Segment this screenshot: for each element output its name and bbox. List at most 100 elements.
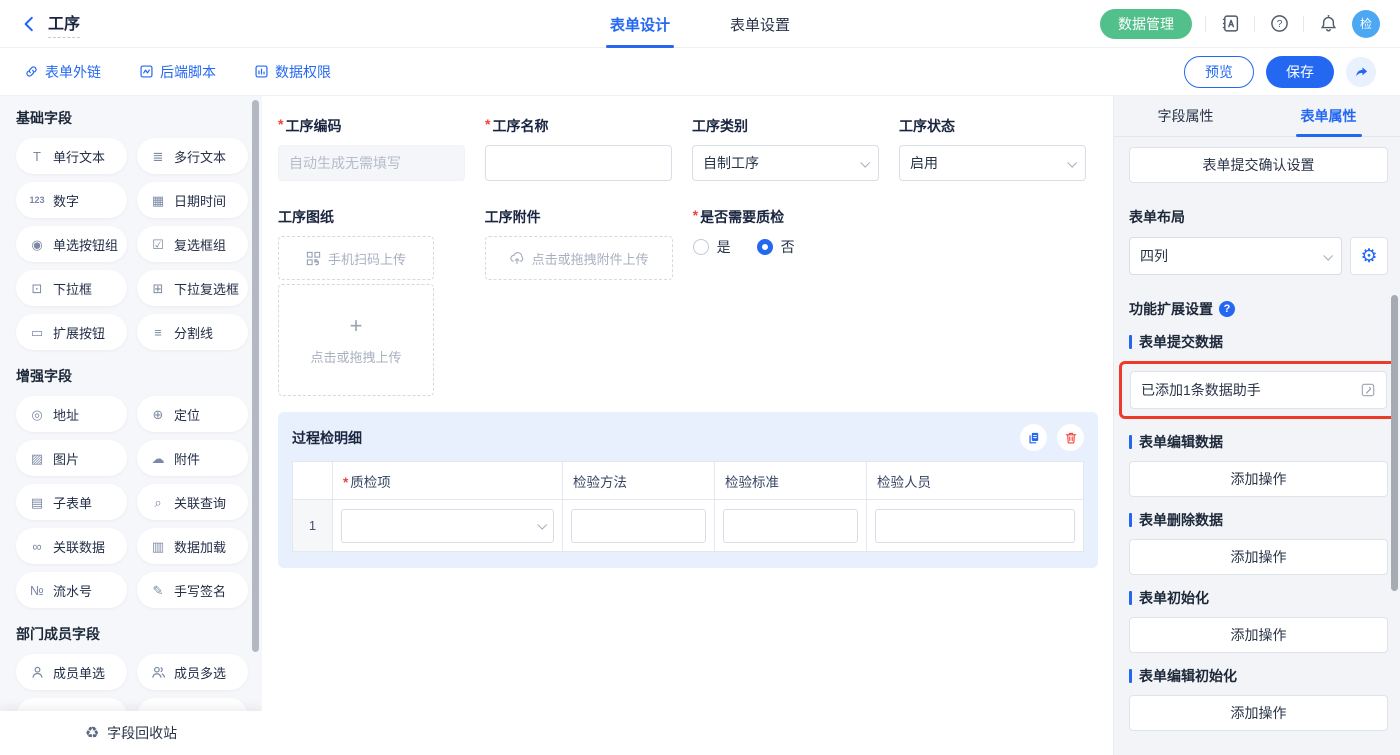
field-label: 工序附件 (485, 207, 673, 227)
process-status-select[interactable]: 启用 (899, 145, 1086, 181)
field-label: 工序图纸 (278, 207, 465, 227)
chevron-down-icon (860, 157, 870, 167)
layout-select[interactable]: 四列 (1129, 237, 1342, 275)
field-pill[interactable]: 123数字 (16, 182, 127, 218)
top-header: 工序 表单设计 表单设置 数据管理 ? 检 (0, 0, 1400, 48)
submit-data-assistant-field[interactable]: 已添加1条数据助手 (1130, 371, 1387, 409)
field-pill[interactable]: ✎手写签名 (137, 572, 248, 608)
field-pill[interactable]: ⊕定位 (137, 396, 248, 432)
field-label: 工序编码 (278, 116, 465, 136)
field-recycle-bin-button[interactable]: ♻ 字段回收站 (0, 711, 262, 755)
inspection-method-input[interactable] (571, 509, 706, 543)
field-pill[interactable]: №流水号 (16, 572, 127, 608)
header-tab[interactable]: 表单设置 (730, 0, 790, 48)
edit-pencil-icon[interactable] (1360, 382, 1376, 398)
contacts-icon[interactable] (1219, 13, 1241, 35)
field-pill[interactable]: T单行文本 (16, 138, 127, 174)
radio-icon[interactable] (693, 239, 709, 255)
add-action-button[interactable]: 添加操作 (1129, 617, 1388, 653)
radio-option[interactable]: 是 (693, 237, 731, 257)
field-process-code[interactable]: 工序编码 自动生成无需填写 (278, 116, 465, 181)
field-pill[interactable]: ▨图片 (16, 440, 127, 476)
copy-icon (1027, 431, 1041, 445)
header-tab[interactable]: 表单设计 (610, 0, 670, 48)
process-code-input[interactable]: 自动生成无需填写 (278, 145, 465, 181)
trash-icon (1064, 431, 1078, 445)
field-pill[interactable]: ▤子表单 (16, 484, 127, 520)
toolbar-link[interactable]: 数据权限 (254, 62, 331, 82)
inspector-input[interactable] (875, 509, 1075, 543)
process-name-input[interactable] (485, 145, 672, 181)
action-section-header: 表单编辑数据 (1129, 432, 1388, 452)
form-canvas[interactable]: 工序编码 自动生成无需填写 工序名称 工序类别 自制工序 工序状态 启用 (262, 96, 1113, 755)
layout-settings-button[interactable]: ⚙ (1350, 237, 1388, 275)
sidebar-scrollbar[interactable] (252, 100, 259, 652)
field-process-drawing[interactable]: 工序图纸 手机扫码上传 + 点击或拖拽上传 (278, 207, 465, 396)
form-properties-body: 表单提交确认设置 表单布局 四列 ⚙ 功能扩展设置 ? 表单提交数据 已添加1条… (1114, 137, 1400, 755)
field-pill[interactable]: ∞关联数据 (16, 528, 127, 564)
field-process-name[interactable]: 工序名称 (485, 116, 672, 181)
field-pill[interactable]: ☁附件 (137, 440, 248, 476)
back-icon[interactable] (20, 15, 38, 33)
field-pill[interactable]: ⌕关联查询 (137, 484, 248, 520)
subtable-process-inspection[interactable]: 过程检明细 (278, 412, 1098, 568)
process-category-select[interactable]: 自制工序 (692, 145, 879, 181)
inspection-standard-input[interactable] (723, 509, 858, 543)
toolbar-link[interactable]: 后端脚本 (139, 62, 216, 82)
page-title[interactable]: 工序 (48, 10, 80, 38)
section-bar (1129, 513, 1132, 527)
panel-tab[interactable]: 表单属性 (1257, 96, 1400, 136)
field-pill[interactable]: ≣多行文本 (137, 138, 248, 174)
extension-settings-label: 功能扩展设置 ? (1129, 299, 1388, 319)
user-avatar[interactable]: 检 (1352, 10, 1380, 38)
field-pill[interactable]: ▦日期时间 (137, 182, 248, 218)
field-pill[interactable]: ≡分割线 (137, 314, 248, 350)
field-pill[interactable]: ▥数据加载 (137, 528, 248, 564)
field-label: 工序状态 (899, 116, 1086, 136)
submit-confirm-settings-button[interactable]: 表单提交确认设置 (1129, 147, 1388, 183)
save-button[interactable]: 保存 (1266, 56, 1334, 88)
add-action-button[interactable]: 添加操作 (1129, 539, 1388, 575)
scan-upload-button[interactable]: 手机扫码上传 (278, 236, 434, 280)
help-badge-icon[interactable]: ? (1219, 301, 1235, 317)
sidebar-section-title: 基础字段 (16, 108, 248, 128)
chevron-down-icon (537, 520, 547, 530)
copy-subtable-button[interactable] (1020, 424, 1047, 451)
qr-code-icon (306, 251, 321, 266)
basic-fields-grid: T单行文本 ≣多行文本 123数字 ▦日期时间 ◉单选按钮组 ☑复选框组 ⊡下拉… (16, 138, 248, 350)
panel-scrollbar[interactable] (1391, 295, 1398, 591)
panel-tab[interactable]: 字段属性 (1114, 96, 1257, 136)
preview-button[interactable]: 预览 (1184, 56, 1254, 88)
bell-icon[interactable] (1317, 13, 1339, 35)
delete-subtable-button[interactable] (1057, 424, 1084, 451)
help-icon[interactable]: ? (1268, 13, 1290, 35)
attachment-upload-button[interactable]: 点击或拖拽附件上传 (485, 236, 673, 280)
field-pill[interactable]: ⊡下拉框 (16, 270, 127, 306)
field-process-category[interactable]: 工序类别 自制工序 (692, 116, 879, 181)
recycle-icon: ♻ (85, 723, 99, 743)
radio-option[interactable]: 否 (757, 237, 795, 257)
sidebar-section-title: 部门成员字段 (16, 624, 248, 644)
data-manage-button[interactable]: 数据管理 (1100, 9, 1192, 39)
field-pill[interactable]: ⊞下拉复选框 (137, 270, 248, 306)
field-pill[interactable]: 成员多选 (137, 654, 248, 690)
toolbar-link[interactable]: 表单外链 (24, 62, 101, 82)
plus-icon: + (350, 315, 363, 337)
inspection-item-select[interactable] (341, 509, 554, 543)
field-pill[interactable]: ◉单选按钮组 (16, 226, 127, 262)
field-need-inspection[interactable]: 是否需要质检 是 否 (693, 207, 880, 396)
field-pill[interactable]: 成员单选 (16, 654, 127, 690)
radio-icon[interactable] (757, 239, 773, 255)
field-pill[interactable]: ▭扩展按钮 (16, 314, 127, 350)
field-pill[interactable]: ◎地址 (16, 396, 127, 432)
field-process-status[interactable]: 工序状态 启用 (899, 116, 1086, 181)
submit-data-section-header: 表单提交数据 (1129, 332, 1388, 352)
drag-upload-area[interactable]: + 点击或拖拽上传 (278, 284, 434, 396)
field-process-attachment[interactable]: 工序附件 点击或拖拽附件上传 (485, 207, 673, 396)
share-button[interactable] (1346, 57, 1376, 87)
divider (1303, 16, 1304, 32)
field-label: 是否需要质检 (693, 207, 880, 227)
add-action-button[interactable]: 添加操作 (1129, 461, 1388, 497)
add-action-button[interactable]: 添加操作 (1129, 695, 1388, 731)
field-pill[interactable]: ☑复选框组 (137, 226, 248, 262)
